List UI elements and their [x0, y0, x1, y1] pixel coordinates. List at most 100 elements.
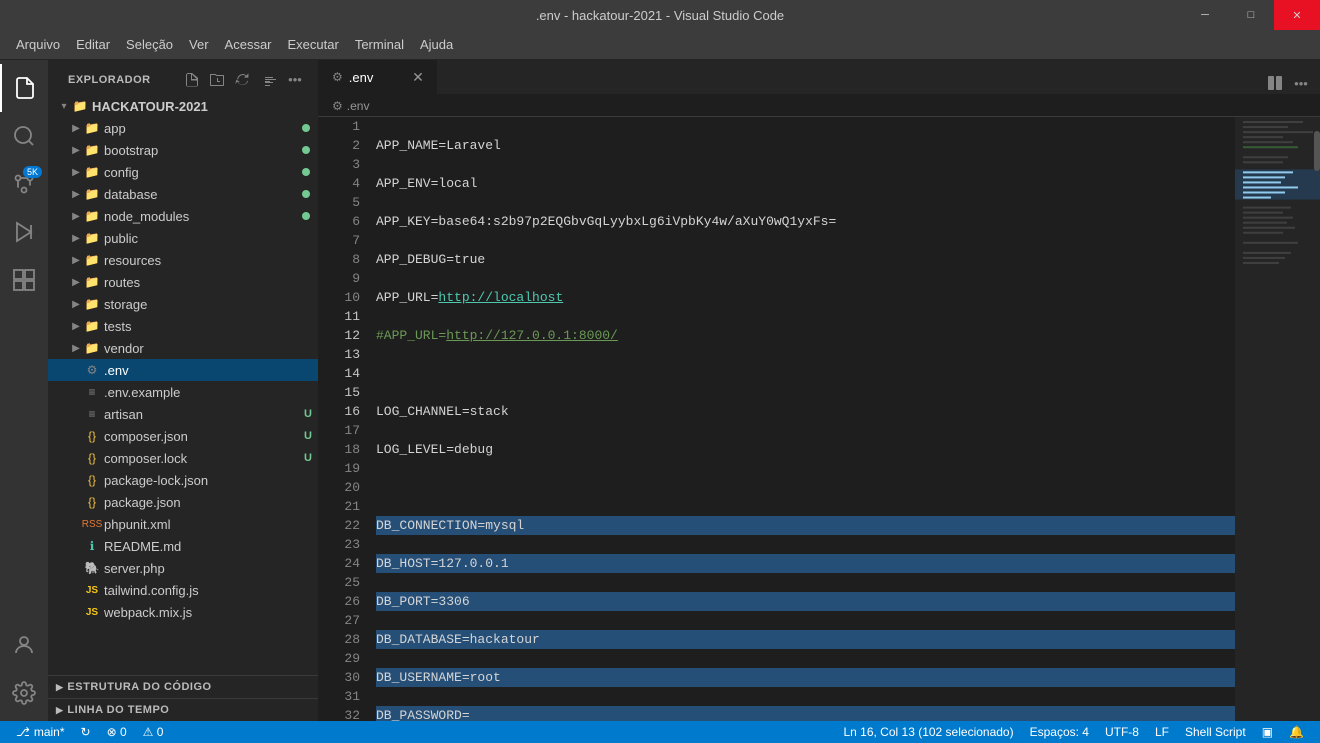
code-line-14: DB_DATABASE=hackatour — [376, 630, 1235, 649]
file-phpunit-xml[interactable]: ▶ RSS phpunit.xml — [48, 513, 318, 535]
menu-ver[interactable]: Ver — [181, 33, 217, 56]
code-line-1: APP_NAME=Laravel — [376, 136, 1235, 155]
folder-config[interactable]: ▶ 📁 config — [48, 161, 318, 183]
chevron-icon-2: ▶ — [56, 705, 63, 716]
sidebar-header: EXPLORADOR ••• — [48, 60, 318, 95]
status-language[interactable]: Shell Script — [1177, 721, 1254, 743]
status-warnings[interactable]: ⚠ 0 — [135, 721, 172, 743]
account-icon[interactable] — [0, 621, 48, 669]
sidebar-title: EXPLORADOR — [68, 74, 151, 86]
code-line-16: DB_PASSWORD= — [376, 706, 1235, 721]
code-line-15: DB_USERNAME=root — [376, 668, 1235, 687]
folder-app[interactable]: ▶ 📁 app — [48, 117, 318, 139]
file-composer-json[interactable]: ▶ {} composer.json U — [48, 425, 318, 447]
menu-acessar[interactable]: Acessar — [217, 33, 280, 56]
status-errors[interactable]: ⊗ 0 — [99, 721, 135, 743]
status-spaces[interactable]: Espaços: 4 — [1022, 721, 1097, 743]
status-encoding[interactable]: UTF-8 — [1097, 721, 1147, 743]
folder-tests[interactable]: ▶ 📁 tests — [48, 315, 318, 337]
refresh-button[interactable] — [232, 69, 254, 91]
file-package-json[interactable]: ▶ {} package.json — [48, 491, 318, 513]
file-tailwind-config-js[interactable]: ▶ JS tailwind.config.js — [48, 579, 318, 601]
tab-bar: ⚙ .env ✕ ••• — [318, 60, 1320, 95]
arrow-app: ▶ — [68, 120, 84, 136]
folder-public[interactable]: ▶ 📁 public — [48, 227, 318, 249]
menu-terminal[interactable]: Terminal — [347, 33, 412, 56]
code-line-3: APP_KEY=base64:s2b97p2EQGbvGqLyybxLg6iVp… — [376, 212, 1235, 231]
menu-arquivo[interactable]: Arquivo — [8, 33, 68, 56]
activity-bar: 5K — [0, 60, 48, 721]
close-button[interactable]: ✕ — [1274, 0, 1320, 30]
file-artisan[interactable]: ▶ ≡ artisan U — [48, 403, 318, 425]
menu-ajuda[interactable]: Ajuda — [412, 33, 461, 56]
code-line-6: #APP_URL=http://127.0.0.1:8000/ — [376, 326, 1235, 345]
errors-label: ⊗ 0 — [107, 725, 127, 739]
code-line-4: APP_DEBUG=true — [376, 250, 1235, 269]
tab-label-env: .env — [349, 70, 374, 85]
search-icon[interactable] — [0, 112, 48, 160]
file-webpack-mix-js[interactable]: ▶ JS webpack.mix.js — [48, 601, 318, 623]
folder-node-modules[interactable]: ▶ 📁 node_modules — [48, 205, 318, 227]
tab-env[interactable]: ⚙ .env ✕ — [318, 60, 438, 94]
bell-icon: 🔔 — [1289, 725, 1304, 739]
chevron-icon: ▶ — [56, 682, 63, 693]
menu-executar[interactable]: Executar — [280, 33, 347, 56]
file-env-example[interactable]: ▶ ≡ .env.example — [48, 381, 318, 403]
folder-bootstrap[interactable]: ▶ 📁 bootstrap — [48, 139, 318, 161]
status-sync[interactable]: ↻ — [73, 721, 99, 743]
maximize-button[interactable]: □ — [1228, 0, 1274, 30]
section-code-structure-header[interactable]: ▶ ESTRUTURA DO CÓDIGO — [48, 676, 318, 698]
collapse-all-button[interactable] — [258, 69, 280, 91]
folder-routes[interactable]: ▶ 📁 routes — [48, 271, 318, 293]
extensions-icon[interactable] — [0, 256, 48, 304]
file-readme-md[interactable]: ▶ ℹ README.md — [48, 535, 318, 557]
file-composer-lock[interactable]: ▶ {} composer.lock U — [48, 447, 318, 469]
folder-vendor[interactable]: ▶ 📁 vendor — [48, 337, 318, 359]
layout-icon: ▣ — [1262, 725, 1273, 739]
status-layout[interactable]: ▣ — [1254, 721, 1281, 743]
code-line-13: DB_PORT=3306 — [376, 592, 1235, 611]
run-icon[interactable] — [0, 208, 48, 256]
menu-bar: Arquivo Editar Seleção Ver Acessar Execu… — [0, 30, 1320, 60]
code-line-8: LOG_CHANNEL=stack — [376, 402, 1235, 421]
more-editor-button[interactable]: ••• — [1290, 72, 1312, 94]
title-bar: .env - hackatour-2021 - Visual Studio Co… — [0, 0, 1320, 30]
code-editor[interactable]: APP_NAME=Laravel APP_ENV=local APP_KEY=b… — [368, 117, 1235, 721]
minimize-button[interactable]: ─ — [1182, 0, 1228, 30]
breadcrumb: ⚙ .env — [318, 95, 1320, 117]
file-server-php[interactable]: ▶ 🐘 server.php — [48, 557, 318, 579]
new-folder-button[interactable] — [206, 69, 228, 91]
code-line-2: APP_ENV=local — [376, 174, 1235, 193]
main-layout: 5K — [0, 60, 1320, 721]
file-env[interactable]: ▶ ⚙ .env — [48, 359, 318, 381]
scrollbar-thumb[interactable] — [1314, 131, 1320, 171]
split-editor-button[interactable] — [1264, 72, 1286, 94]
minimap — [1235, 117, 1320, 721]
file-package-lock-json[interactable]: ▶ {} package-lock.json — [48, 469, 318, 491]
status-bell[interactable]: 🔔 — [1281, 721, 1312, 743]
folder-resources[interactable]: ▶ 📁 resources — [48, 249, 318, 271]
files-icon[interactable] — [0, 64, 48, 112]
activity-bar-bottom — [0, 621, 48, 721]
language-label: Shell Script — [1185, 725, 1246, 739]
editor-content: 1 2 3 4 5 6 7 8 9 10 11 12 13 14 15 16 1… — [318, 117, 1320, 721]
tab-close-env[interactable]: ✕ — [409, 68, 427, 86]
new-file-button[interactable] — [180, 69, 202, 91]
menu-editar[interactable]: Editar — [68, 33, 118, 56]
root-folder[interactable]: ▾ 📁 HACKATOUR-2021 — [48, 95, 318, 117]
section-timeline-header[interactable]: ▶ LINHA DO TEMPO — [48, 699, 318, 721]
code-line-5: APP_URL=http://localhost — [376, 288, 1235, 307]
sidebar: EXPLORADOR ••• ▾ 📁 — [48, 60, 318, 721]
minimap-content — [1235, 117, 1320, 721]
folder-storage[interactable]: ▶ 📁 storage — [48, 293, 318, 315]
status-position[interactable]: Ln 16, Col 13 (102 selecionado) — [835, 721, 1021, 743]
status-branch[interactable]: ⎇ main* — [8, 721, 73, 743]
code-line-11: DB_CONNECTION=mysql — [376, 516, 1235, 535]
status-line-ending[interactable]: LF — [1147, 721, 1177, 743]
settings-icon[interactable] — [0, 669, 48, 717]
menu-selecao[interactable]: Seleção — [118, 33, 181, 56]
folder-database[interactable]: ▶ 📁 database — [48, 183, 318, 205]
more-options-button[interactable]: ••• — [284, 69, 306, 91]
source-control-icon[interactable]: 5K — [0, 160, 48, 208]
code-line-10 — [376, 478, 1235, 497]
